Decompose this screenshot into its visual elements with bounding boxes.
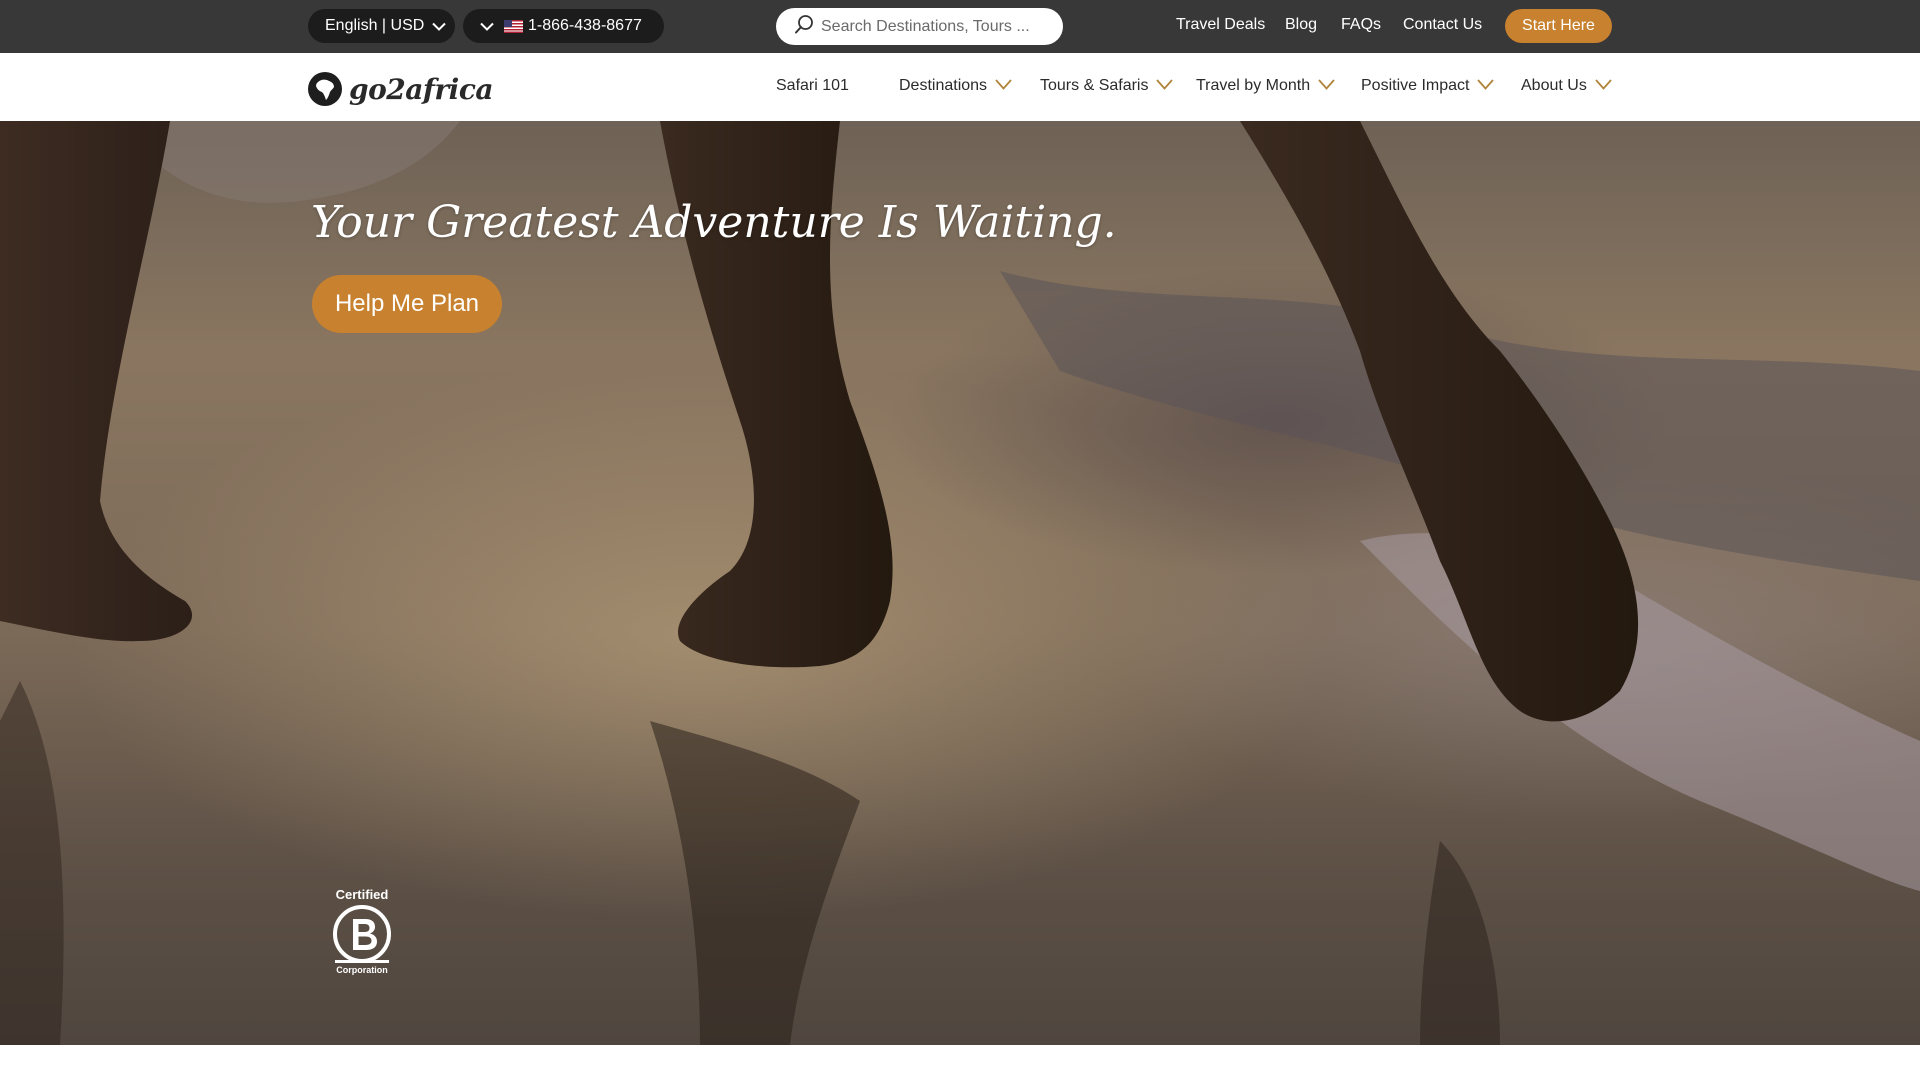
nav-positive-impact[interactable]: Positive Impact [1361,77,1495,95]
search-bar[interactable] [776,8,1063,45]
travel-deals-link[interactable]: Travel Deals [1176,16,1265,34]
site-logo[interactable]: go2africa [307,71,494,107]
chevron-down-icon [995,77,1012,95]
chevron-down-icon [1156,77,1174,95]
us-flag-icon [504,19,523,33]
search-icon [793,13,815,40]
blog-link[interactable]: Blog [1285,16,1317,34]
b-corp-certified-label: Certified [335,887,389,902]
contact-us-link[interactable]: Contact Us [1403,16,1482,34]
b-corp-corporation-label: Corporation [336,965,388,975]
b-corp-badge: Certified Corporation [330,887,394,975]
b-corp-icon [333,905,391,963]
nav-safari-101[interactable]: Safari 101 [776,77,849,95]
nav-tours-safaris[interactable]: Tours & Safaris [1040,77,1174,95]
chevron-down-icon [480,22,494,31]
nav-item-label: Destinations [899,77,988,94]
brand-name: go2africa [349,72,494,106]
nav-travel-by-month[interactable]: Travel by Month [1196,77,1335,95]
hero-headline: Your Greatest Adventure Is Waiting. [311,197,1117,248]
chevron-down-icon [1477,77,1495,95]
faqs-link[interactable]: FAQs [1341,16,1381,34]
africa-globe-logo-icon [308,72,342,106]
chevron-down-icon [1318,77,1335,95]
chevron-down-icon [1595,77,1612,95]
nav-item-label: Safari 101 [776,77,849,94]
chevron-down-icon [432,22,447,31]
phone-selector[interactable]: 1-866-438-8677 [463,9,664,43]
page-content-below-hero [0,1045,1920,1080]
nav-item-label: Travel by Month [1196,77,1311,94]
beach-walk-photo [0,121,1920,1045]
main-navigation: go2africa Safari 101 Destinations Tours … [0,53,1920,121]
nav-item-label: About Us [1521,77,1587,94]
top-utility-bar: English | USD 1-866-438-8677 Search Dest… [0,0,1920,53]
help-me-plan-button[interactable]: Help Me Plan [312,275,502,333]
start-here-button[interactable]: Start Here [1505,9,1612,43]
nav-item-label: Tours & Safaris [1040,77,1149,94]
language-currency-selector[interactable]: English | USD [308,9,455,43]
hero-banner: Your Greatest Adventure Is Waiting. Help… [0,121,1920,1045]
phone-number: 1-866-438-8677 [528,17,642,34]
nav-item-label: Positive Impact [1361,77,1470,94]
search-input[interactable] [821,17,1056,36]
language-currency-label: English | USD [325,17,425,34]
nav-destinations[interactable]: Destinations [899,77,1012,95]
nav-about-us[interactable]: About Us [1521,77,1612,95]
